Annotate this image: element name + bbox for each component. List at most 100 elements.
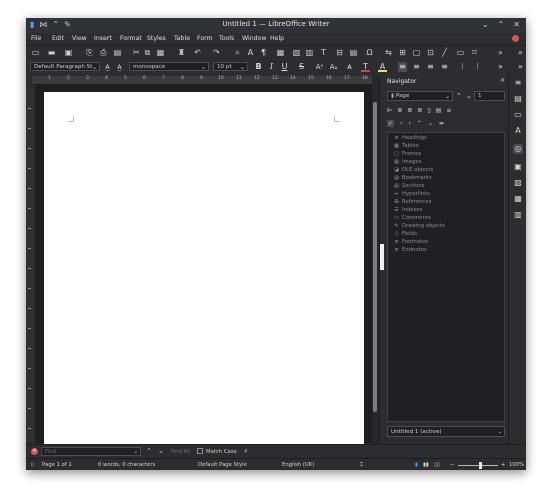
print-preview-icon[interactable]: ▤ <box>113 48 122 57</box>
underline-icon[interactable]: U <box>280 62 289 72</box>
spelling-icon[interactable]: A <box>246 48 255 57</box>
font-name-combo[interactable]: monospace ⌄ <box>129 62 209 71</box>
menu-format[interactable]: Format <box>120 35 142 42</box>
chapter-icon[interactable]: ≣ <box>417 107 422 114</box>
list-item[interactable]: ☰ Indexes <box>394 207 422 213</box>
comment-icon[interactable]: ▢ <box>412 48 421 57</box>
navigate-by-combo[interactable]: ▮ Page ⌄ <box>387 91 453 101</box>
page-deck-icon[interactable]: ▭ <box>513 110 523 120</box>
maximize-icon[interactable]: ⌃ <box>498 20 505 29</box>
insert-image-icon[interactable]: ▨ <box>292 48 301 57</box>
clone-formatting-icon[interactable]: ♜ <box>177 48 186 57</box>
insert-textbox-icon[interactable]: T <box>319 48 328 57</box>
menu-file[interactable]: File <box>31 35 41 42</box>
menu-window[interactable]: Window <box>242 35 266 42</box>
align-right-icon[interactable]: ≡ <box>426 62 435 72</box>
list-item[interactable]: ▭ Comments <box>394 215 431 221</box>
open-icon[interactable]: ▬ <box>47 48 56 57</box>
find-replace-icon[interactable]: ⌕ <box>244 447 248 456</box>
properties-icon[interactable]: ▤ <box>513 94 523 104</box>
checkmark-icon[interactable]: ✓ <box>387 120 395 127</box>
navigator-document-combo[interactable]: Untitled 1 (active) ⌄ <box>387 426 505 437</box>
save-icon[interactable]: ▣ <box>64 48 73 57</box>
undo-icon[interactable]: ↶ <box>193 48 202 57</box>
page-indicator[interactable]: Page 1 of 1 <box>42 462 72 468</box>
move-up-icon[interactable]: ⌃ <box>417 120 422 127</box>
menu-table[interactable]: Table <box>174 35 190 42</box>
zoom-slider-handle[interactable] <box>479 462 482 469</box>
promote-demote-icon[interactable]: ⇹ <box>439 120 444 127</box>
zoom-out-icon[interactable]: − <box>450 462 454 468</box>
heading-levels-icon[interactable]: ≡ <box>446 107 451 114</box>
heading-promote-icon[interactable]: ⊫ <box>387 107 392 114</box>
paste-icon[interactable]: ▦ <box>156 48 165 57</box>
list-item[interactable]: ✎ Drawing objects <box>394 223 444 229</box>
subscript-icon[interactable]: Aₐ <box>329 62 338 72</box>
hyperlink-icon[interactable]: ⇆ <box>384 48 393 57</box>
next-icon[interactable]: ⌄ <box>466 92 472 100</box>
word-count[interactable]: 0 words, 0 characters <box>98 462 155 468</box>
move-down-icon[interactable]: ⌄ <box>428 120 433 127</box>
list-demote-icon[interactable]: ≣ <box>407 107 412 114</box>
insert-line-icon[interactable]: ╱ <box>440 48 449 57</box>
new-style-icon[interactable]: A̲ <box>115 62 124 72</box>
copy-icon[interactable]: ⧉ <box>143 48 152 57</box>
list-item[interactable]: ▨ Images <box>394 159 421 165</box>
shapes-icon[interactable]: ▭ <box>456 48 465 57</box>
navigator-deck-icon[interactable]: ◎ <box>513 144 523 154</box>
strikethrough-icon[interactable]: S <box>297 62 306 72</box>
close-icon[interactable]: ✕ <box>513 20 520 29</box>
list-item[interactable]: ▯ Fields <box>394 231 417 237</box>
back-icon[interactable]: ‹ <box>400 120 402 127</box>
list-item[interactable]: ▤ Sections <box>394 183 424 189</box>
cut-icon[interactable]: ✂ <box>132 48 141 57</box>
bold-icon[interactable]: B <box>254 62 263 72</box>
horizontal-ruler[interactable]: 1 2 3 4 5 6 7 8 9 10 11 12 13 14 15 16 1… <box>32 76 382 85</box>
bullets-icon[interactable]: ⁝ <box>458 62 467 72</box>
list-item[interactable]: ≡ Endnotes <box>394 247 426 253</box>
numbering-icon[interactable]: ⁝ <box>473 62 482 72</box>
list-item[interactable]: ⇔ Hyperlinks <box>394 191 430 197</box>
list-item[interactable]: ▤ Bookmarks <box>394 175 431 181</box>
vertical-ruler[interactable] <box>26 88 34 442</box>
gallery-deck-icon[interactable]: ▣ <box>513 162 523 172</box>
zoom-in-icon[interactable]: + <box>501 462 505 468</box>
navigator-close-icon[interactable]: ✕ <box>500 77 505 84</box>
list-item[interactable]: ≡ Footnotes <box>394 239 428 245</box>
drag-mode-icon[interactable]: ▤ <box>436 107 442 114</box>
redo-icon[interactable]: ↷ <box>212 48 221 57</box>
paragraph-style-combo[interactable]: Default Paragraph St ⌄ <box>30 62 100 71</box>
page-break-icon[interactable]: ⊟ <box>335 48 344 57</box>
navigator-tree[interactable]: ≡ Headings ▦ Tables ▢ Frames ▨ Images ◪ OLE o… <box>387 132 505 422</box>
manage-changes-icon[interactable]: ▧ <box>513 178 523 188</box>
zoom-level[interactable]: 100% <box>509 462 524 468</box>
more-sidebar-format-icon[interactable]: » <box>516 62 525 72</box>
more-toolbar-icon[interactable]: » <box>496 48 505 57</box>
menu-view[interactable]: View <box>72 35 87 42</box>
page-style[interactable]: Default Page Style <box>198 462 247 468</box>
design-deck-icon[interactable]: ▦ <box>513 194 523 204</box>
more-format-icon[interactable]: » <box>496 62 505 72</box>
list-item[interactable]: ◪ OLE objects <box>394 167 433 173</box>
page-number-spin[interactable]: 1 <box>474 91 505 101</box>
styles-deck-icon[interactable]: A <box>513 126 523 136</box>
list-item[interactable]: ▢ Frames <box>394 151 421 157</box>
footnote-icon[interactable]: ⊞ <box>398 48 407 57</box>
find-previous-icon[interactable]: ⌃ <box>146 447 152 455</box>
find-all-button[interactable]: Find All <box>171 449 190 455</box>
font-color-icon[interactable]: T <box>361 62 370 72</box>
previous-icon[interactable]: ⌃ <box>456 92 462 100</box>
new-document-icon[interactable]: ▭ <box>31 48 40 57</box>
insert-field-icon[interactable]: ▤ <box>349 48 358 57</box>
list-item[interactable]: ≡ Headings <box>394 135 426 141</box>
vertical-scrollbar[interactable] <box>372 76 379 444</box>
print-icon[interactable]: ⎙ <box>99 48 108 57</box>
close-find-bar-button[interactable]: ✕ <box>31 448 38 455</box>
list-item[interactable]: ▦ Tables <box>394 143 418 149</box>
font-size-combo[interactable]: 10 pt ⌄ <box>213 62 248 71</box>
export-pdf-icon[interactable]: ⎘ <box>85 48 94 57</box>
close-document-button[interactable] <box>512 35 519 42</box>
menu-help[interactable]: Help <box>270 35 284 42</box>
highlight-color-icon[interactable]: A <box>378 62 387 72</box>
align-center-icon[interactable]: ≡ <box>412 62 421 72</box>
